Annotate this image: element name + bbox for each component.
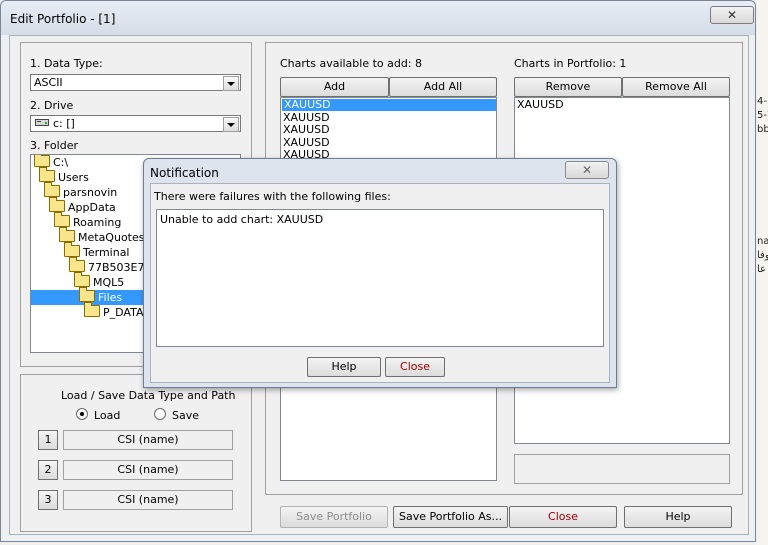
folder-item[interactable]: P_DATA — [31, 302, 144, 320]
save-portfolio-button[interactable]: Save Portfolio — [280, 506, 388, 528]
title-bar: Edit Portfolio - [1] ✕ — [1, 1, 755, 35]
folder-item[interactable]: C:\ — [31, 155, 68, 170]
notification-dialog: Notification ✕ There were failures with … — [143, 158, 617, 388]
help-button[interactable]: Help — [624, 506, 732, 528]
folder-item-label: MQL5 — [93, 276, 125, 289]
data-type-value: ASCII — [34, 76, 63, 89]
folder-icon — [34, 155, 50, 167]
folder-item[interactable]: MQL5 — [31, 272, 125, 290]
chevron-down-icon[interactable] — [223, 76, 239, 91]
load-radio[interactable]: Load — [76, 408, 120, 422]
notification-close-button[interactable]: Close — [385, 357, 445, 377]
remove-button[interactable]: Remove — [514, 77, 622, 97]
radio-empty-icon[interactable] — [154, 408, 166, 420]
portfolio-charts-label: Charts in Portfolio: 1 — [514, 57, 627, 70]
folder-item[interactable]: Users — [31, 167, 89, 185]
drive-value: c: [] — [53, 117, 75, 130]
load-save-label: Load / Save Data Type and Path — [61, 389, 236, 402]
folder-item[interactable]: Roaming — [31, 212, 122, 230]
folder-item[interactable]: AppData — [31, 197, 116, 215]
notification-message: There were failures with the following f… — [154, 190, 391, 203]
notification-details-box[interactable]: Unable to add chart: XAUUSD — [156, 209, 604, 347]
folder-item-label: Files — [98, 291, 123, 304]
notification-detail-line: Unable to add chart: XAUUSD — [160, 213, 324, 226]
background-text: عا — [757, 264, 767, 275]
list-item[interactable]: XAUUSD — [283, 136, 330, 149]
data-type-select[interactable]: ASCII — [30, 74, 241, 91]
list-item[interactable]: XAUUSD — [283, 111, 330, 124]
folder-icon — [39, 167, 55, 182]
drive-icon — [35, 117, 49, 130]
window-close-button[interactable]: ✕ — [710, 6, 754, 24]
add-all-button[interactable]: Add All — [389, 77, 497, 97]
folder-item-label: AppData — [68, 201, 116, 214]
portfolio-info-field — [514, 454, 730, 484]
data-type-label: 1. Data Type: — [30, 57, 103, 70]
slot-1-button[interactable]: 1 — [38, 430, 58, 450]
folder-item-label: Terminal — [83, 246, 130, 259]
folder-label: 3. Folder — [30, 139, 78, 152]
load-save-group: Load / Save Data Type and Path Load Save… — [20, 374, 252, 532]
background-text: 4- — [757, 96, 767, 107]
folder-icon — [44, 182, 60, 197]
notification-client: There were failures with the following f… — [150, 183, 610, 383]
slot-2-button[interactable]: 2 — [38, 460, 58, 480]
notification-close-icon[interactable]: ✕ — [565, 161, 609, 179]
chevron-down-icon[interactable] — [223, 117, 239, 132]
folder-item-label: Users — [58, 171, 89, 184]
background-text: na — [757, 236, 768, 247]
folder-icon — [79, 287, 95, 302]
save-radio-label: Save — [172, 409, 200, 422]
folder-item[interactable]: Terminal — [31, 242, 130, 260]
folder-item[interactable]: parsnovin — [31, 182, 118, 200]
drive-select[interactable]: c: [] — [30, 115, 241, 132]
folder-icon — [49, 197, 65, 212]
folder-item-label: C:\ — [53, 156, 69, 169]
folder-item-label: MetaQuotes — [78, 231, 145, 244]
slot-2-field: CSI (name) — [63, 460, 233, 480]
slot-3-field: CSI (name) — [63, 490, 233, 510]
folder-icon — [54, 212, 70, 227]
folder-item[interactable]: MetaQuotes — [31, 227, 145, 245]
background-window-strip: 4- 5-7 bb na وفا عا — [757, 0, 768, 545]
add-button[interactable]: Add — [280, 77, 389, 97]
load-radio-label: Load — [94, 409, 121, 422]
folder-icon — [74, 272, 90, 287]
remove-all-button[interactable]: Remove All — [622, 77, 730, 97]
radio-selected-icon[interactable] — [76, 408, 88, 420]
folder-item-label: Roaming — [73, 216, 122, 229]
background-text: وفا — [757, 250, 768, 261]
close-button[interactable]: Close — [509, 506, 617, 528]
background-text: bb — [757, 124, 768, 135]
background-text: 5-7 — [757, 110, 768, 121]
drive-label: 2. Drive — [30, 99, 74, 112]
notification-title: Notification — [150, 166, 219, 180]
folder-item-label: parsnovin — [63, 186, 118, 199]
list-item[interactable]: XAUUSD — [283, 124, 330, 136]
folder-icon — [64, 242, 80, 257]
save-portfolio-as-button[interactable]: Save Portfolio As... — [393, 506, 508, 528]
list-item[interactable]: XAUUSD — [282, 99, 496, 111]
folder-icon — [69, 257, 85, 272]
window-title: Edit Portfolio - [1] — [10, 12, 116, 26]
slot-3-button[interactable]: 3 — [38, 490, 58, 510]
folder-item-label: P_DATA — [103, 306, 144, 319]
folder-icon — [59, 227, 75, 242]
slot-1-field: CSI (name) — [63, 430, 233, 450]
available-charts-label: Charts available to add: 8 — [280, 57, 423, 70]
list-item[interactable]: XAUUSD — [517, 99, 564, 111]
notification-help-button[interactable]: Help — [307, 357, 381, 377]
folder-icon — [84, 302, 100, 317]
save-radio[interactable]: Save — [154, 408, 199, 422]
